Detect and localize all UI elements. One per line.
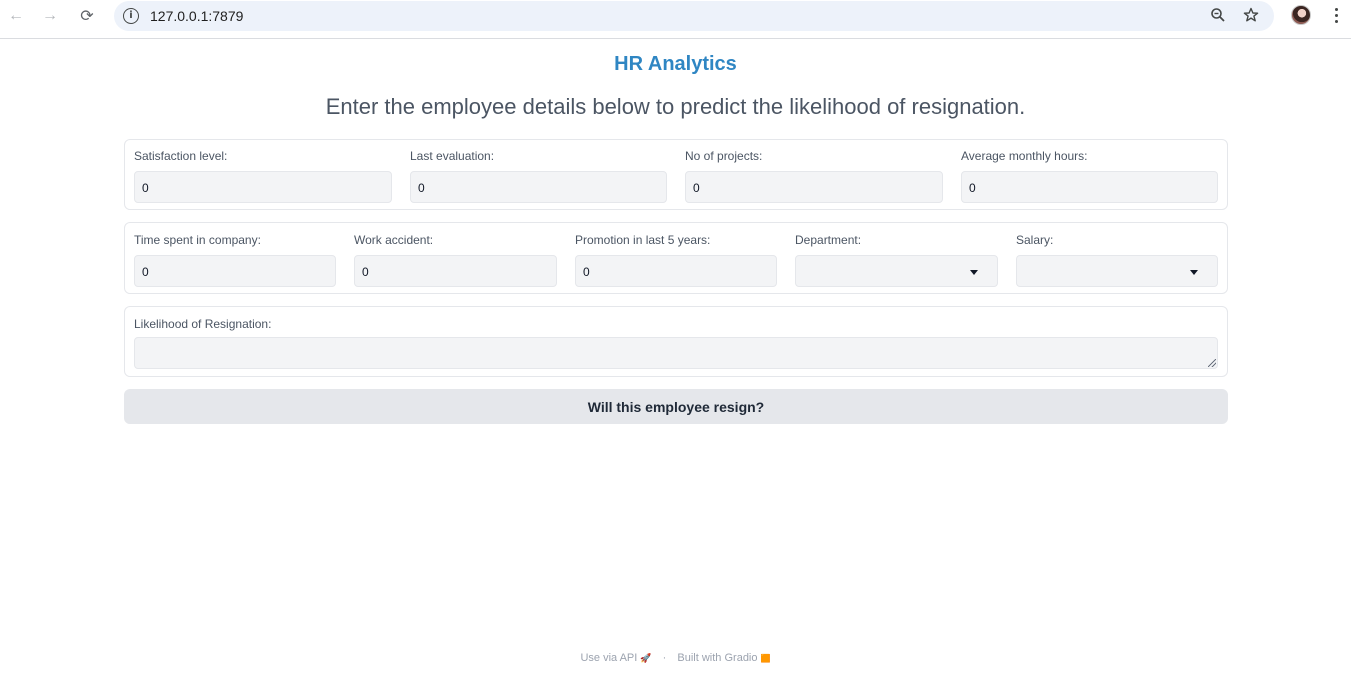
- profile-avatar[interactable]: [1291, 5, 1311, 25]
- satisfaction-input[interactable]: 0: [134, 171, 392, 203]
- department-dropdown[interactable]: [795, 255, 998, 287]
- footer: Use via API 🚀 · Built with Gradio 🟧: [0, 652, 1351, 664]
- use-via-api-link[interactable]: Use via API 🚀: [580, 652, 651, 664]
- input-row-2: Time spent in company: 0 Work accident: …: [124, 222, 1228, 294]
- salary-dropdown[interactable]: [1016, 255, 1218, 287]
- input-row-1: Satisfaction level: 0 Last evaluation: 0…: [124, 139, 1228, 210]
- built-with-gradio-link[interactable]: Built with Gradio 🟧: [677, 652, 770, 664]
- satisfaction-label: Satisfaction level:: [134, 149, 228, 163]
- use-via-api-label: Use via API: [580, 652, 638, 664]
- address-bar-url[interactable]: 127.0.0.1:7879: [150, 8, 243, 24]
- resignation-output-label: Likelihood of Resignation:: [134, 317, 272, 331]
- zoom-icon[interactable]: [1208, 5, 1228, 25]
- gradio-logo-icon: 🟧: [760, 654, 771, 663]
- site-info-icon[interactable]: i: [123, 8, 139, 24]
- monthly-hours-label: Average monthly hours:: [961, 149, 1088, 163]
- page-subtitle: Enter the employee details below to pred…: [325, 94, 1026, 119]
- last-evaluation-input[interactable]: 0: [410, 171, 667, 203]
- projects-input[interactable]: 0: [685, 171, 943, 203]
- bookmark-star-icon[interactable]: [1241, 5, 1261, 25]
- last-evaluation-label: Last evaluation:: [410, 149, 495, 163]
- work-accident-input[interactable]: 0: [354, 255, 557, 287]
- built-with-gradio-label: Built with Gradio: [677, 652, 758, 664]
- forward-icon[interactable]: →: [38, 4, 62, 28]
- monthly-hours-input[interactable]: 0: [961, 171, 1218, 203]
- output-panel: Likelihood of Resignation:: [124, 306, 1228, 377]
- back-icon[interactable]: ←: [4, 4, 28, 28]
- time-spent-label: Time spent in company:: [134, 233, 261, 247]
- time-spent-input[interactable]: 0: [134, 255, 336, 287]
- browser-toolbar: ← → ⟳ i 127.0.0.1:7879: [0, 0, 1351, 39]
- salary-label: Salary:: [1016, 233, 1054, 247]
- department-label: Department:: [795, 233, 862, 247]
- reload-icon[interactable]: ⟳: [75, 4, 99, 28]
- projects-label: No of projects:: [685, 149, 763, 163]
- rocket-icon: 🚀: [640, 653, 652, 663]
- predict-submit-button[interactable]: Will this employee resign?: [124, 389, 1228, 424]
- promotion-label: Promotion in last 5 years:: [575, 233, 711, 247]
- work-accident-label: Work accident:: [354, 233, 434, 247]
- address-bar[interactable]: i 127.0.0.1:7879: [114, 1, 1274, 31]
- promotion-input[interactable]: 0: [575, 255, 777, 287]
- menu-kebab-icon[interactable]: [1328, 5, 1344, 25]
- resignation-output-textarea[interactable]: [134, 337, 1218, 369]
- resize-grip-icon[interactable]: [1208, 359, 1216, 367]
- page-title: HR Analytics: [614, 53, 737, 75]
- footer-separator: ·: [662, 652, 667, 664]
